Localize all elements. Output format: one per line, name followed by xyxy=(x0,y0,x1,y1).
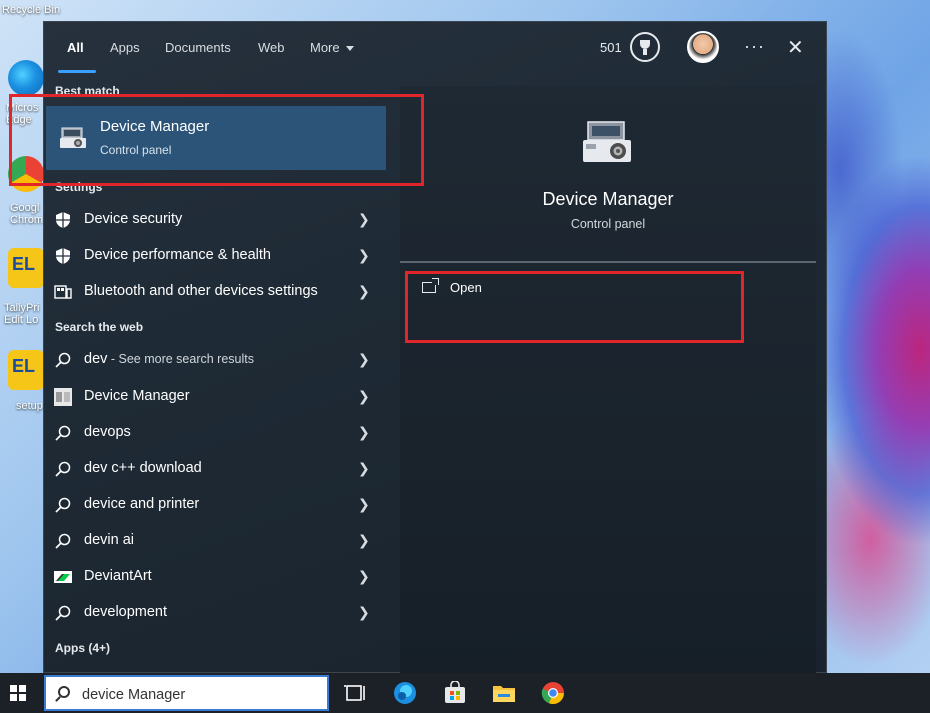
taskbar xyxy=(0,673,930,713)
device-manager-web-icon xyxy=(54,388,72,406)
settings-item-label: Bluetooth and other devices settings xyxy=(84,283,318,299)
web-item-label: device and printer xyxy=(84,496,200,512)
store-icon[interactable] xyxy=(443,681,467,705)
web-item-device-manager[interactable]: Device Manager ❯ xyxy=(44,380,387,414)
edge-icon[interactable] xyxy=(393,681,417,705)
search-icon xyxy=(58,686,70,698)
device-manager-icon xyxy=(583,121,631,162)
search-icon xyxy=(55,533,71,549)
search-icon xyxy=(55,352,71,368)
chevron-right-icon[interactable]: ❯ xyxy=(358,568,370,585)
chevron-right-icon[interactable]: ❯ xyxy=(358,388,370,405)
annotation-box-best-match xyxy=(9,94,424,186)
web-item-label: devin ai xyxy=(84,532,134,548)
tab-documents[interactable]: Documents xyxy=(165,40,231,55)
avatar[interactable] xyxy=(687,31,719,63)
web-item-label: development xyxy=(84,604,168,620)
setup-desktop-icon[interactable]: EL xyxy=(8,350,44,390)
annotation-box-open xyxy=(405,271,744,343)
web-item-devin-ai[interactable]: devin ai ❯ xyxy=(44,524,387,558)
search-icon xyxy=(55,605,71,621)
tab-all[interactable]: All xyxy=(67,40,84,55)
web-item-label: dev c++ download xyxy=(84,460,202,476)
rewards-trophy-icon[interactable] xyxy=(630,32,660,62)
web-item-label: dev - See more search results xyxy=(84,351,254,367)
search-icon xyxy=(55,461,71,477)
chevron-right-icon[interactable]: ❯ xyxy=(358,532,370,549)
web-item-development[interactable]: development ❯ xyxy=(44,596,387,630)
web-item-dev[interactable]: dev - See more search results ❯ xyxy=(44,343,387,377)
devices-icon xyxy=(54,285,72,299)
tally-desktop-icon[interactable]: EL xyxy=(8,248,44,288)
search-icon xyxy=(55,425,71,441)
more-options-icon[interactable]: ··· xyxy=(744,36,765,57)
web-item-query: dev xyxy=(84,351,108,367)
preview-title: Device Manager xyxy=(542,189,674,209)
tab-apps[interactable]: Apps xyxy=(110,40,140,55)
tab-more[interactable]: More xyxy=(310,40,354,55)
web-item-devops[interactable]: devops ❯ xyxy=(44,416,387,450)
task-view-icon[interactable] xyxy=(344,681,368,705)
tab-all-underline xyxy=(58,70,96,73)
close-icon[interactable]: ✕ xyxy=(787,35,804,60)
settings-item-device-performance[interactable]: Device performance & health ❯ xyxy=(44,239,387,273)
web-item-label: DeviantArt xyxy=(84,568,152,584)
desktop-icon-recycle-bin[interactable]: Recycle Bin xyxy=(2,4,60,16)
rewards-points: 501 xyxy=(600,40,622,55)
web-item-dev-cpp[interactable]: dev c++ download ❯ xyxy=(44,452,387,486)
shield-icon xyxy=(56,212,70,228)
edge-desktop-icon[interactable] xyxy=(8,60,44,96)
preview-divider xyxy=(400,261,816,263)
taskbar-search-box[interactable] xyxy=(44,675,329,711)
settings-item-bluetooth[interactable]: Bluetooth and other devices settings ❯ xyxy=(44,275,387,309)
tab-web[interactable]: Web xyxy=(258,40,285,55)
chevron-right-icon[interactable]: ❯ xyxy=(358,604,370,621)
search-web-heading: Search the web xyxy=(55,320,144,334)
settings-item-label: Device security xyxy=(84,211,183,227)
chevron-right-icon[interactable]: ❯ xyxy=(358,211,370,228)
file-explorer-icon[interactable] xyxy=(492,681,516,705)
search-input[interactable] xyxy=(82,683,322,707)
settings-item-device-security[interactable]: Device security ❯ xyxy=(44,203,387,237)
chevron-right-icon[interactable]: ❯ xyxy=(358,460,370,477)
search-icon xyxy=(55,497,71,513)
chrome-icon[interactable] xyxy=(541,681,565,705)
chevron-right-icon[interactable]: ❯ xyxy=(358,496,370,513)
apps-heading[interactable]: Apps (4+) xyxy=(55,641,110,655)
tab-more-label: More xyxy=(310,40,340,55)
desktop-icon-label: Recycle Bin xyxy=(2,4,61,16)
shield-icon xyxy=(56,248,70,264)
settings-item-label: Device performance & health xyxy=(84,247,271,263)
web-item-label: devops xyxy=(84,424,131,440)
desktop-icon-label-setup: setup xyxy=(16,400,43,412)
chevron-down-icon xyxy=(345,46,354,52)
web-item-sublabel: - See more search results xyxy=(107,352,254,366)
chevron-right-icon[interactable]: ❯ xyxy=(358,351,370,368)
windows-start-icon[interactable] xyxy=(10,685,26,701)
chevron-right-icon[interactable]: ❯ xyxy=(358,424,370,441)
chevron-right-icon[interactable]: ❯ xyxy=(358,247,370,264)
search-tabs: All Apps Documents Web More 501 ··· ✕ xyxy=(44,22,828,74)
web-item-deviantart[interactable]: DeviantArt ❯ xyxy=(44,560,387,594)
desktop-icon-label-chrome: Googl Chrom xyxy=(10,202,44,226)
desktop-icon-label-tally: TallyPri Edit Lo xyxy=(4,302,40,326)
deviantart-icon xyxy=(54,571,72,583)
chevron-right-icon[interactable]: ❯ xyxy=(358,283,370,300)
preview-pane: Device Manager Control panel Open xyxy=(400,86,816,674)
preview-subtitle: Control panel xyxy=(570,217,646,231)
web-item-device-printer[interactable]: device and printer ❯ xyxy=(44,488,387,522)
web-item-label: Device Manager xyxy=(84,388,190,404)
